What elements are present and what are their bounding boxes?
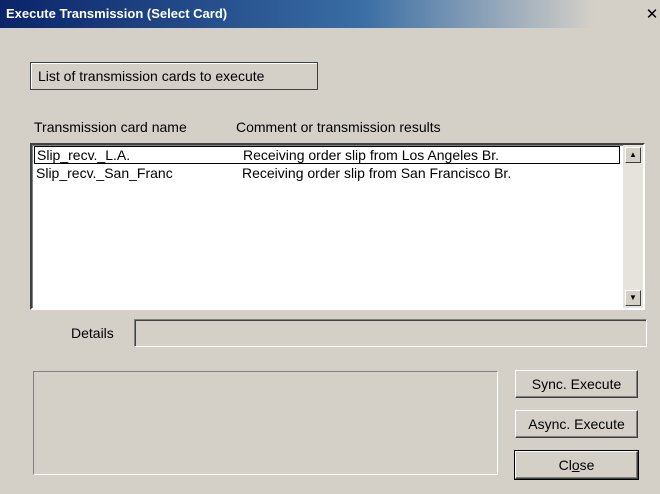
- transmission-result-panel: [33, 371, 498, 475]
- close-icon[interactable]: ✕: [644, 6, 660, 22]
- card-comment-cell: Receiving order slip from Los Angeles Br…: [243, 147, 500, 163]
- column-header-card-name: Transmission card name: [34, 119, 187, 135]
- sync-execute-button[interactable]: Sync. Execute: [515, 370, 638, 398]
- close-button-mnemonic: o: [571, 456, 580, 473]
- card-list-group-label: List of transmission cards to execute: [30, 62, 318, 90]
- details-label: Details: [71, 325, 114, 341]
- card-name-cell: Slip_recv._San_Franc: [36, 165, 173, 181]
- details-field: [134, 319, 647, 347]
- column-header-comment: Comment or transmission results: [236, 119, 441, 135]
- title-bar[interactable]: Execute Transmission (Select Card) ✕: [0, 0, 660, 28]
- window-title: Execute Transmission (Select Card): [6, 6, 228, 21]
- transmission-card-list[interactable]: Slip_recv._L.A. Receiving order slip fro…: [30, 143, 645, 310]
- card-comment-cell: Receiving order slip from San Francisco …: [242, 165, 512, 181]
- execute-transmission-dialog: Execute Transmission (Select Card) ✕ Lis…: [0, 0, 660, 494]
- close-button[interactable]: Close: [514, 450, 639, 480]
- list-item[interactable]: Slip_recv._San_Franc Receiving order sli…: [34, 165, 620, 183]
- async-execute-button[interactable]: Async. Execute: [515, 410, 638, 438]
- vertical-scrollbar[interactable]: ▲ ▼: [623, 145, 643, 308]
- close-button-label-start: Cl: [558, 456, 572, 473]
- list-item[interactable]: Slip_recv._L.A. Receiving order slip fro…: [34, 146, 620, 164]
- close-button-label-end: se: [579, 456, 595, 473]
- card-name-cell: Slip_recv._L.A.: [37, 147, 131, 163]
- arrow-up-icon[interactable]: ▲: [625, 147, 641, 163]
- arrow-down-icon[interactable]: ▼: [625, 290, 641, 306]
